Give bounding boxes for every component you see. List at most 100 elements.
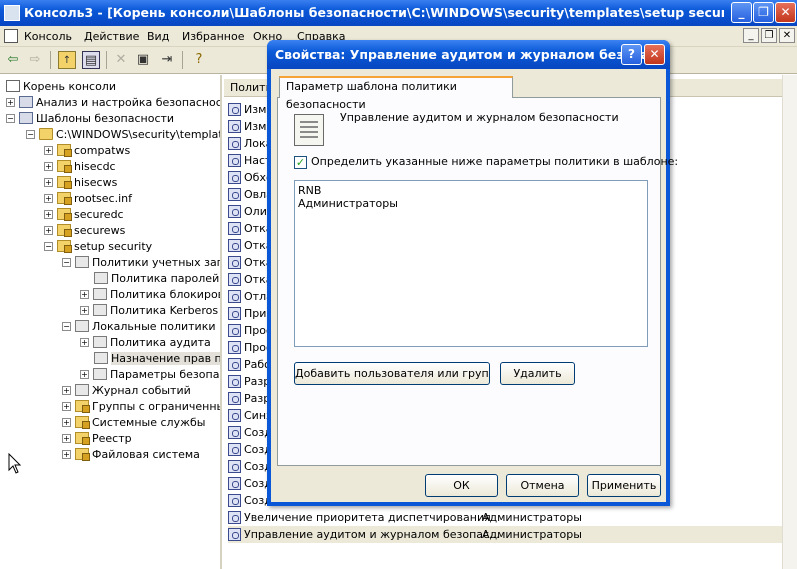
policy-setting-icon [228, 273, 241, 286]
policy-setting-icon [228, 307, 241, 320]
expand-toggle[interactable]: + [62, 418, 71, 427]
ok-button[interactable]: ОК [425, 474, 498, 497]
policy-setting-icon [228, 324, 241, 337]
policy-setting-icon [228, 358, 241, 371]
policy-icon [93, 288, 107, 300]
policy-setting-icon [228, 443, 241, 456]
mdi-minimize-button[interactable]: _ [743, 28, 759, 43]
up-folder-icon[interactable]: ↑ [58, 51, 76, 69]
back-arrow-icon[interactable]: ⇦ [4, 51, 22, 69]
tree-node-registry[interactable]: + Реестр [62, 431, 132, 447]
policy-name-cell: Увеличение приоритета диспетчирования [244, 511, 491, 524]
tree-node-user-rights[interactable]: Назначение прав пользователя [94, 351, 220, 367]
expand-toggle[interactable]: − [26, 130, 35, 139]
tree-node-event-log[interactable]: + Журнал событий [62, 383, 191, 399]
policy-icon [75, 384, 89, 396]
table-row[interactable]: Увеличение приоритета диспетчирования Адм… [228, 509, 788, 526]
add-user-or-group-button[interactable]: Добавить пользователя или группу... [294, 362, 490, 385]
minimize-button[interactable]: _ [731, 2, 752, 23]
expand-toggle[interactable]: + [62, 402, 71, 411]
close-button[interactable]: ✕ [775, 2, 796, 23]
members-listbox[interactable]: RNB Администраторы [294, 180, 648, 347]
show-hide-tree-icon[interactable]: ▤ [82, 51, 100, 69]
tab-template-setting[interactable]: Параметр шаблона политики безопасности [279, 76, 513, 111]
main-window-titlebar[interactable]: Консоль3 - [Корень консоли\Шаблоны безоп… [0, 0, 797, 26]
dialog-titlebar[interactable]: Свойства: Управление аудитом и журналом … [267, 40, 670, 69]
forward-arrow-icon[interactable]: ⇨ [26, 51, 44, 69]
tree-node-securews[interactable]: + securews [44, 223, 125, 239]
menu-view[interactable]: Вид [147, 30, 169, 43]
tree-node-system-services[interactable]: + Системные службы [62, 415, 205, 431]
expand-toggle[interactable]: − [62, 322, 71, 331]
policy-name-cell: Управление аудитом и журналом безопас... [244, 528, 500, 541]
expand-toggle[interactable]: + [44, 162, 53, 171]
console-tree[interactable]: Корень консоли + Анализ и настройка безоп… [0, 75, 222, 569]
properties-icon[interactable]: ▣ [134, 51, 152, 69]
dialog-help-button[interactable]: ? [621, 44, 642, 65]
policy-setting-icon [228, 205, 241, 218]
template-icon [57, 240, 72, 253]
expand-toggle[interactable]: + [80, 306, 89, 315]
tree-node-templates-path[interactable]: − C:\WINDOWS\security\templates [26, 127, 220, 143]
tree-node-lockout-policy[interactable]: +Политика блокировки [80, 287, 220, 303]
mdi-restore-button[interactable]: ❐ [761, 28, 777, 43]
tree-node-account-policies[interactable]: −Политики учетных записей [62, 255, 220, 271]
table-row[interactable]: Управление аудитом и журналом безопас...… [228, 526, 788, 543]
mdi-close-button[interactable]: ✕ [779, 28, 795, 43]
remove-button[interactable]: Удалить [500, 362, 575, 385]
tree-node-kerberos-policy[interactable]: + Политика Kerberos [80, 303, 218, 319]
expand-toggle[interactable]: + [44, 146, 53, 155]
tree-node-setup-security[interactable]: − setup security [44, 239, 152, 255]
expand-toggle[interactable]: + [44, 226, 53, 235]
tree-node-local-policies[interactable]: − Локальные политики [62, 319, 216, 335]
tree-node-securedc[interactable]: + securedc [44, 207, 124, 223]
expand-toggle[interactable]: + [80, 370, 89, 379]
expand-toggle[interactable]: + [6, 98, 15, 107]
tree-node-analysis[interactable]: + Анализ и настройка безопасности [6, 95, 220, 111]
expand-toggle[interactable]: + [80, 290, 89, 299]
tree-node-security-options[interactable]: +Параметры безопасности [80, 367, 220, 383]
template-icon [57, 208, 72, 221]
folder-icon [75, 400, 90, 413]
help-icon[interactable]: ? [190, 51, 208, 69]
tree-node-rootsec[interactable]: + rootsec.inf [44, 191, 132, 207]
tree-node-compatws[interactable]: + compatws [44, 143, 130, 159]
tree-node-file-system[interactable]: + Файловая система [62, 447, 200, 463]
menu-favorites[interactable]: Избранное [182, 30, 244, 43]
apply-button[interactable]: Применить [587, 474, 661, 497]
expand-toggle[interactable]: + [62, 450, 71, 459]
maximize-button[interactable]: ❐ [753, 2, 774, 23]
member-item[interactable]: RNB [298, 184, 644, 197]
expand-toggle[interactable]: − [44, 242, 53, 251]
toolbar-separator [106, 51, 107, 69]
policy-icon [93, 336, 107, 348]
export-list-icon[interactable]: ⇥ [158, 51, 176, 69]
expand-toggle[interactable]: − [62, 258, 71, 267]
expand-toggle[interactable]: + [62, 434, 71, 443]
vertical-scrollbar[interactable] [782, 75, 797, 569]
tree-node-hisecws[interactable]: + hisecws [44, 175, 117, 191]
delete-icon[interactable]: ✕ [112, 51, 130, 69]
policy-icon [93, 368, 107, 380]
tree-node-console-root[interactable]: Корень консоли [6, 79, 116, 95]
menu-action[interactable]: Действие [84, 30, 139, 43]
expand-toggle[interactable]: − [6, 114, 15, 123]
tree-node-restricted-groups[interactable]: +Группы с ограниченным доступом [62, 399, 220, 415]
expand-toggle[interactable]: + [44, 178, 53, 187]
tree-node-password-policy[interactable]: Политика паролей [94, 271, 219, 287]
template-icon [57, 224, 72, 237]
expand-toggle[interactable]: + [80, 338, 89, 347]
tree-node-hisecdc[interactable]: + hisecdc [44, 159, 116, 175]
policy-setting-icon [228, 154, 241, 167]
dialog-close-button[interactable]: ✕ [644, 44, 665, 65]
member-item[interactable]: Администраторы [298, 197, 644, 210]
cancel-button[interactable]: Отмена [506, 474, 579, 497]
policy-setting-icon [228, 375, 241, 388]
expand-toggle[interactable]: + [44, 210, 53, 219]
tree-node-security-templates[interactable]: − Шаблоны безопасности [6, 111, 174, 127]
expand-toggle[interactable]: + [62, 386, 71, 395]
menu-console[interactable]: Консоль [24, 30, 72, 43]
tree-node-audit-policy[interactable]: + Политика аудита [80, 335, 211, 351]
expand-toggle[interactable]: + [44, 194, 53, 203]
define-policy-checkbox[interactable]: ✓ [294, 156, 307, 169]
